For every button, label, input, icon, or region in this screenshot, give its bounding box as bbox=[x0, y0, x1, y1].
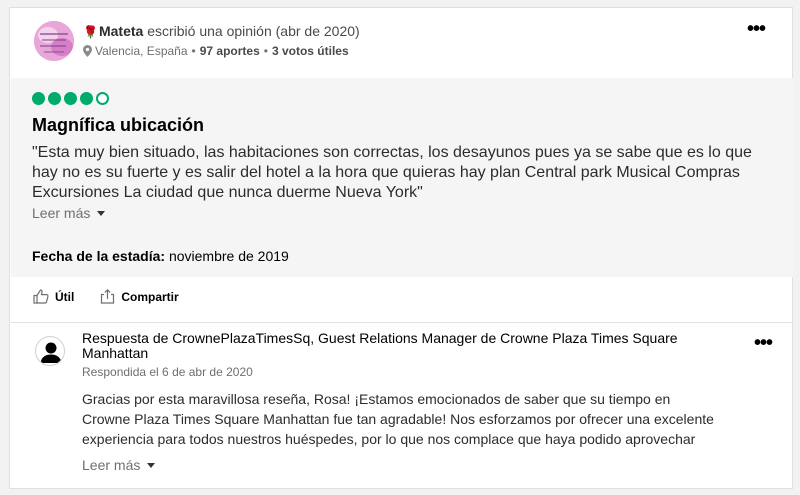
rating-bubble-filled-icon bbox=[80, 92, 93, 105]
review-header: 🌹Mateta escribió una opinión (abr de 202… bbox=[83, 22, 360, 41]
owner-response-date: Respondida el 6 de abr de 2020 bbox=[82, 365, 253, 379]
user-helpful-votes: 3 votos útiles bbox=[271, 44, 349, 58]
review-text: "Esta muy bien situado, las habitaciones… bbox=[32, 144, 752, 201]
helpful-button[interactable]: Útil bbox=[33, 289, 74, 304]
review-actions: Útil Compartir bbox=[33, 289, 179, 304]
owner-response-text: Gracias por esta maravillosa reseña, Ros… bbox=[82, 391, 714, 447]
user-silhouette-icon bbox=[40, 342, 62, 363]
meta-separator: • bbox=[263, 44, 268, 58]
chevron-down-icon bbox=[147, 462, 156, 468]
review-title[interactable]: Magnífica ubicación bbox=[32, 114, 204, 136]
review-read-more-button[interactable]: Leer más bbox=[32, 205, 106, 221]
meta-separator: • bbox=[191, 44, 196, 58]
user-avatar[interactable] bbox=[34, 21, 74, 61]
read-more-label: Leer más bbox=[32, 205, 91, 221]
avatar-image bbox=[34, 21, 74, 61]
review-body: Magnífica ubicación "Esta muy bien situa… bbox=[11, 78, 793, 277]
username-link[interactable]: Mateta bbox=[99, 23, 143, 39]
share-label: Compartir bbox=[121, 289, 179, 304]
rose-icon: 🌹 bbox=[83, 25, 98, 39]
rating-bubble-filled-icon bbox=[32, 92, 45, 105]
response-read-more-button[interactable]: Leer más bbox=[82, 457, 156, 473]
review-action-text: escribió una opinión (abr de 2020) bbox=[147, 23, 360, 39]
thumbs-up-icon bbox=[33, 289, 49, 304]
bubble-rating bbox=[32, 92, 109, 105]
rating-bubble-filled-icon bbox=[64, 92, 77, 105]
rating-bubble-filled-icon bbox=[48, 92, 61, 105]
share-button[interactable]: Compartir bbox=[100, 289, 179, 304]
user-location: Valencia, España bbox=[95, 44, 188, 58]
owner-avatar bbox=[35, 336, 65, 366]
review-card: 🌹Mateta escribió una opinión (abr de 202… bbox=[9, 7, 793, 489]
stay-date-value: noviembre de 2019 bbox=[168, 248, 289, 264]
location-pin-icon bbox=[83, 45, 92, 57]
share-icon bbox=[101, 289, 115, 304]
user-contributions: 97 aportes bbox=[199, 44, 260, 58]
read-more-label: Leer más bbox=[82, 457, 141, 473]
rating-bubble-empty-icon bbox=[96, 92, 109, 105]
response-more-options-button[interactable]: ••• bbox=[754, 333, 773, 353]
user-meta: Valencia, España • 97 aportes • 3 votos … bbox=[83, 43, 349, 59]
chevron-down-icon bbox=[97, 210, 106, 216]
stay-date-label: Fecha de la estadía: bbox=[32, 248, 166, 264]
review-more-options-button[interactable]: ••• bbox=[747, 19, 766, 39]
divider bbox=[11, 322, 793, 323]
stay-date: Fecha de la estadía: noviembre de 2019 bbox=[32, 247, 289, 265]
owner-response-title: Respuesta de CrownePlazaTimesSq, Guest R… bbox=[82, 330, 678, 361]
helpful-label: Útil bbox=[55, 289, 75, 304]
